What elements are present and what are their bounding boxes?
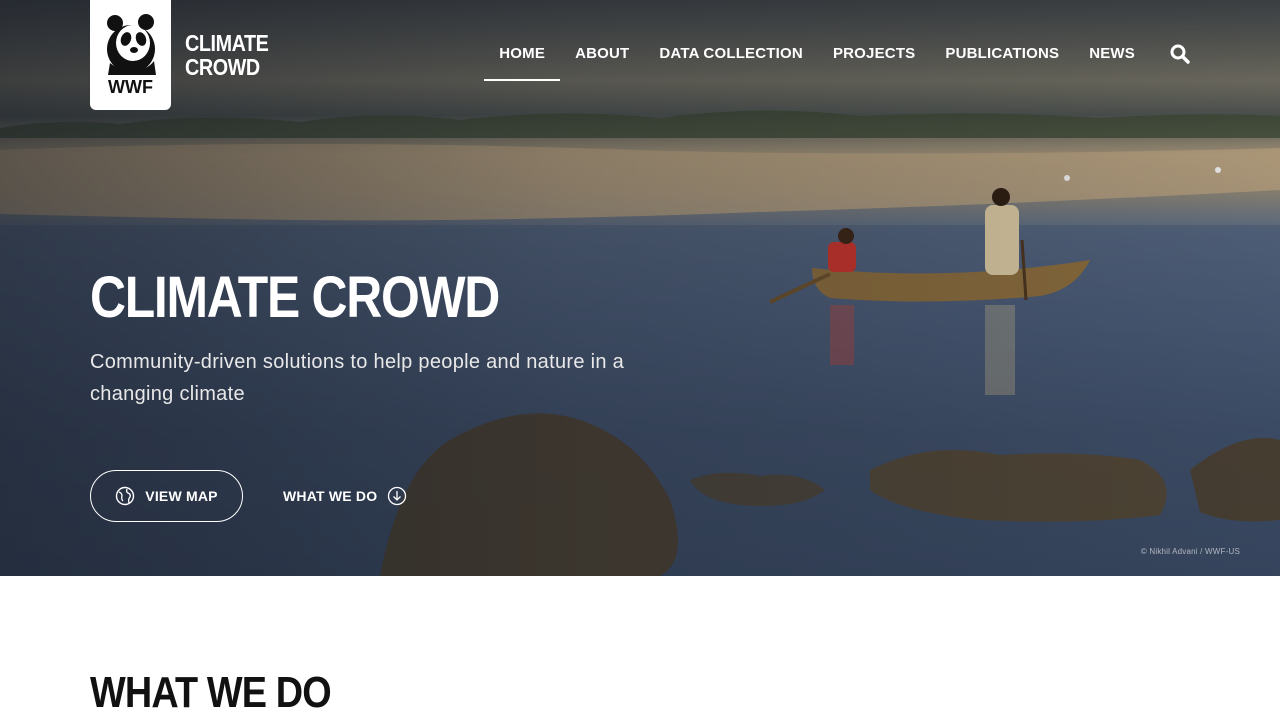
nav-item-data-collection[interactable]: DATA COLLECTION — [644, 25, 818, 81]
site-name[interactable]: CLIMATE CROWD — [185, 30, 269, 80]
wwf-wordmark: WWF — [108, 77, 153, 97]
nav-item-about[interactable]: ABOUT — [560, 25, 644, 81]
main-nav: HOME ABOUT DATA COLLECTION PROJECTS PUBL… — [484, 25, 1190, 81]
nav-item-publications[interactable]: PUBLICATIONS — [930, 25, 1074, 81]
arrow-down-circle-icon — [388, 486, 407, 506]
search-icon — [1170, 44, 1190, 64]
what-we-do-label: WHAT WE DO — [283, 488, 378, 504]
site-name-line1: CLIMATE — [185, 30, 269, 56]
nav-item-projects[interactable]: PROJECTS — [818, 25, 930, 81]
what-we-do-link[interactable]: WHAT WE DO — [283, 484, 407, 508]
hero-title: CLIMATE CROWD — [90, 265, 500, 330]
panda-icon — [106, 14, 156, 75]
globe-icon — [116, 486, 135, 506]
photo-credit: © Nikhil Advani / WWF-US — [1140, 547, 1240, 556]
view-map-button[interactable]: VIEW MAP — [90, 470, 243, 522]
wwf-logo[interactable]: WWF — [90, 0, 171, 110]
nav-item-news[interactable]: NEWS — [1074, 25, 1150, 81]
site-name-line2: CROWD — [185, 54, 260, 80]
section-title-what-we-do: WHAT WE DO — [90, 668, 332, 717]
hero-banner: WWF CLIMATE CROWD HOME ABOUT DATA COLLEC… — [0, 0, 1280, 576]
view-map-label: VIEW MAP — [145, 488, 218, 504]
nav-item-home[interactable]: HOME — [484, 25, 560, 81]
search-button[interactable] — [1150, 25, 1190, 81]
hero-subtitle: Community-driven solutions to help peopl… — [90, 351, 625, 405]
